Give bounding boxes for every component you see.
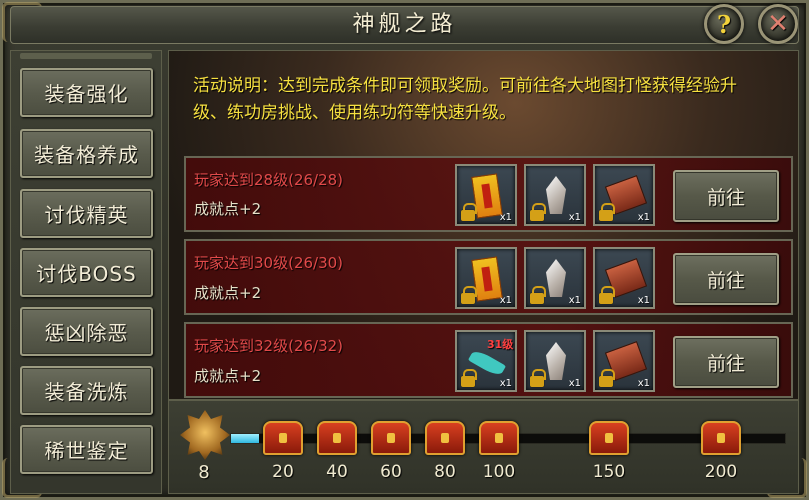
close-icon: ✕ <box>767 9 789 39</box>
achievement-points-value: 8 <box>198 462 210 483</box>
task-reward-points: 成就点+2 <box>194 284 262 302</box>
reward-item-slot[interactable]: x1 <box>524 247 586 309</box>
milestone-label: 80 <box>434 462 456 482</box>
task-reward-points: 成就点+2 <box>194 200 262 218</box>
lock-icon <box>530 369 546 387</box>
go-button[interactable]: 前往 <box>673 253 779 305</box>
lock-icon <box>599 203 615 221</box>
help-button[interactable]: ? <box>704 4 744 44</box>
sidebar-scroll-edge <box>20 53 152 59</box>
reward-chest-icon[interactable] <box>263 421 303 455</box>
crystal-icon <box>546 342 566 380</box>
sidebar-item-equip-slot[interactable]: 装备格养成 <box>20 129 153 178</box>
question-mark-icon: ? <box>716 9 732 39</box>
reward-chest-icon[interactable] <box>479 421 519 455</box>
task-reward-points: 成就点+2 <box>194 367 262 385</box>
close-button[interactable]: ✕ <box>758 4 798 44</box>
item-quantity: x1 <box>568 212 581 223</box>
item-level-label: 31级 <box>487 338 514 351</box>
lock-icon <box>599 286 615 304</box>
activity-description: 活动说明：达到完成条件即可领取奖励。可前往各大地图打怪获得经验升级、练功房挑战、… <box>193 76 737 123</box>
reward-item-slot[interactable]: x1 <box>524 164 586 226</box>
reward-item-slot[interactable]: x1 <box>593 330 655 392</box>
lock-icon <box>461 369 477 387</box>
item-quantity: x1 <box>637 295 650 306</box>
task-title: 玩家达到32级(26/32) <box>194 337 344 355</box>
task-title: 玩家达到30级(26/30) <box>194 254 344 272</box>
reward-chest-icon[interactable] <box>425 421 465 455</box>
window-title: 神舰之路 <box>352 12 457 37</box>
lock-icon <box>461 203 477 221</box>
reward-item-slot[interactable]: x1 <box>524 330 586 392</box>
item-quantity: x1 <box>637 378 650 389</box>
milestone-label: 60 <box>380 462 402 482</box>
milestone-label: 200 <box>704 462 738 482</box>
sidebar-item-boss-hunt[interactable]: 讨伐BOSS <box>20 248 153 297</box>
reward-item-slot[interactable]: x1 <box>455 247 517 309</box>
reward-item-slot[interactable]: 31级 x1 <box>455 330 517 392</box>
item-quantity: x1 <box>568 378 581 389</box>
task-title: 玩家达到28级(26/28) <box>194 171 344 189</box>
reward-item-slot[interactable]: x1 <box>593 247 655 309</box>
lock-icon <box>599 369 615 387</box>
go-button[interactable]: 前往 <box>673 170 779 222</box>
lock-icon <box>461 286 477 304</box>
lock-icon <box>530 203 546 221</box>
reward-chest-icon[interactable] <box>701 421 741 455</box>
go-button[interactable]: 前往 <box>673 336 779 388</box>
item-quantity: x1 <box>568 295 581 306</box>
item-quantity: x1 <box>637 212 650 223</box>
item-quantity: x1 <box>499 378 512 389</box>
reward-item-slot[interactable]: x1 <box>593 164 655 226</box>
reward-chest-icon[interactable] <box>589 421 629 455</box>
item-quantity: x1 <box>499 212 512 223</box>
crystal-icon <box>546 176 566 214</box>
sidebar-item-equip-enhance[interactable]: 装备强化 <box>20 68 153 117</box>
milestone-label: 20 <box>272 462 294 482</box>
crystal-icon <box>546 259 566 297</box>
progress-fill <box>231 434 259 443</box>
milestone-label: 100 <box>482 462 516 482</box>
lock-icon <box>530 286 546 304</box>
reward-chest-icon[interactable] <box>317 421 357 455</box>
sidebar-item-elite-hunt[interactable]: 讨伐精英 <box>20 189 153 238</box>
milestone-label: 150 <box>592 462 626 482</box>
reward-chest-icon[interactable] <box>371 421 411 455</box>
sidebar-item-equip-refine[interactable]: 装备洗炼 <box>20 366 153 415</box>
sidebar-item-rare-identify[interactable]: 稀世鉴定 <box>20 425 153 474</box>
milestone-label: 40 <box>326 462 348 482</box>
sidebar-item-punish-evil[interactable]: 惩凶除恶 <box>20 307 153 356</box>
reward-item-slot[interactable]: x1 <box>455 164 517 226</box>
item-quantity: x1 <box>499 295 512 306</box>
